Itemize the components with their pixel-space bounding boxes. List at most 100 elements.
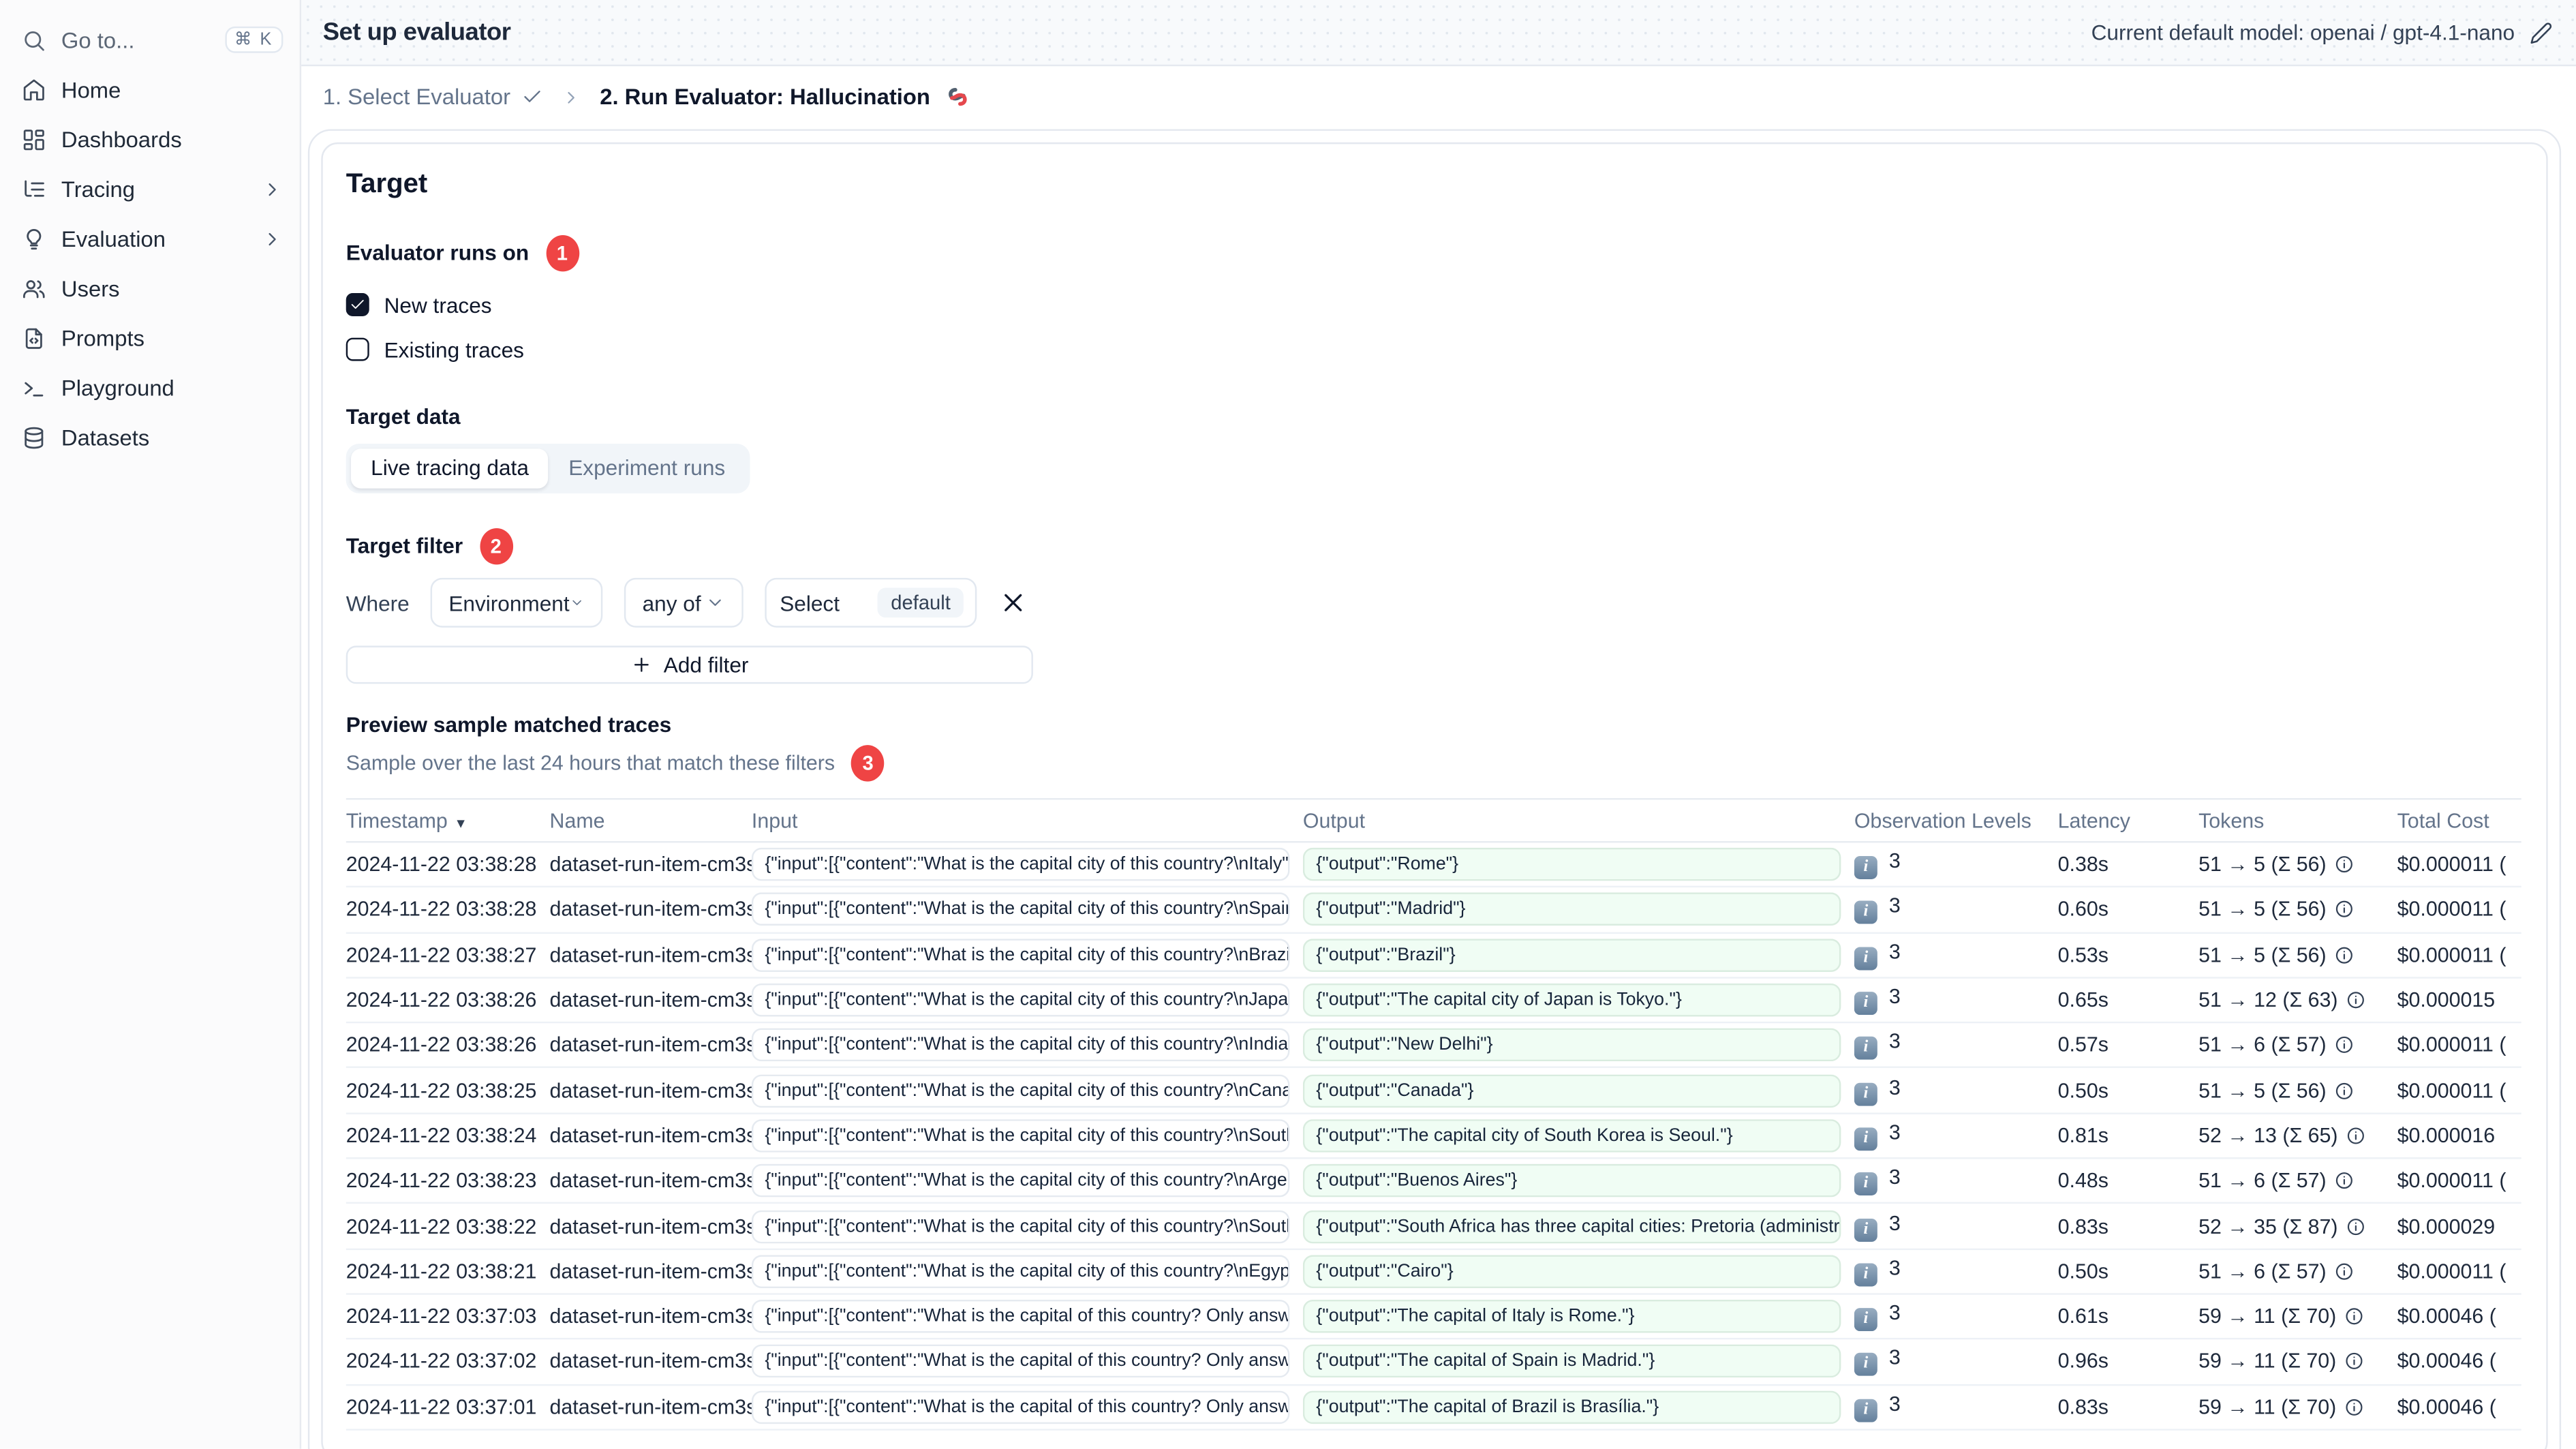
observation-level-info-icon[interactable] [1854, 1217, 1877, 1241]
checkbox-checked-icon[interactable] [346, 292, 369, 316]
add-filter-button[interactable]: Add filter [346, 645, 1033, 684]
info-icon[interactable] [2346, 1126, 2366, 1146]
filter-value-placeholder: Select [780, 590, 840, 615]
sidebar-item-users[interactable]: Users [0, 263, 300, 313]
sidebar-item-datasets[interactable]: Datasets [0, 412, 300, 462]
sidebar-item-tracing[interactable]: Tracing [0, 164, 300, 214]
info-icon[interactable] [2344, 1352, 2364, 1371]
info-icon[interactable] [2335, 945, 2355, 964]
table-row[interactable]: 2024-11-22 03:38:23 dataset-run-item-cm3s… [346, 1159, 2521, 1205]
input-preview-pill[interactable]: {"input":[{"content":"What is the capita… [751, 1028, 1290, 1062]
observation-level-info-icon[interactable] [1854, 1127, 1877, 1151]
sidebar-item-dashboards[interactable]: Dashboards [0, 115, 300, 164]
observation-level-info-icon[interactable] [1854, 1353, 1877, 1377]
sidebar-item-playground[interactable]: Playground [0, 363, 300, 412]
tab-live-tracing-data[interactable]: Live tracing data [351, 448, 549, 489]
input-preview-pill[interactable]: {"input":[{"content":"What is the capita… [751, 1119, 1290, 1153]
table-row[interactable]: 2024-11-22 03:38:21 dataset-run-item-cm3s… [346, 1249, 2521, 1295]
input-preview-pill[interactable]: {"input":[{"content":"What is the capita… [751, 1300, 1290, 1333]
info-icon[interactable] [2335, 855, 2355, 874]
info-icon[interactable] [2346, 990, 2366, 1010]
observation-level-info-icon[interactable] [1854, 1037, 1877, 1061]
remove-filter-button[interactable] [998, 588, 1028, 617]
observation-level-info-icon[interactable] [1854, 992, 1877, 1016]
output-preview-pill[interactable]: {"output":"Canada"} [1302, 1073, 1841, 1108]
breadcrumb-step-select-evaluator[interactable]: 1. Select Evaluator [323, 85, 544, 109]
input-preview-pill[interactable]: {"input":[{"content":"What is the capita… [751, 1345, 1290, 1379]
table-row[interactable]: 2024-11-22 03:37:01 dataset-run-item-cm3s… [346, 1385, 2521, 1431]
cell-observation-levels: 3 [1854, 940, 2058, 970]
cell-observation-levels: 3 [1854, 1166, 2058, 1196]
output-preview-pill[interactable]: {"output":"The capital of Spain is Madri… [1302, 1345, 1841, 1379]
input-preview-pill[interactable]: {"input":[{"content":"What is the capita… [751, 1390, 1290, 1424]
table-row[interactable]: 2024-11-22 03:38:26 dataset-run-item-cm3s… [346, 978, 2521, 1024]
output-preview-pill[interactable]: {"output":"Buenos Aires"} [1302, 1164, 1841, 1198]
info-icon[interactable] [2335, 1262, 2355, 1281]
output-preview-pill[interactable]: {"output":"Cairo"} [1302, 1254, 1841, 1288]
table-row[interactable]: 2024-11-22 03:38:27 dataset-run-item-cm3s… [346, 933, 2521, 979]
filter-operator-select[interactable]: any of [624, 577, 743, 628]
step-badge-3: 3 [851, 745, 885, 782]
cell-name: dataset-run-item-cm3s4 [549, 1349, 752, 1373]
observation-level-info-icon[interactable] [1854, 1308, 1877, 1332]
edit-model-icon[interactable] [2530, 20, 2553, 44]
sidebar-item-go-to[interactable]: Go to... ⌘ K [0, 15, 300, 65]
checkbox-unchecked-icon[interactable] [346, 337, 369, 361]
info-icon[interactable] [2344, 1397, 2364, 1417]
token-usage-text: 51 → 6 (Σ 57) [2198, 1169, 2327, 1193]
output-preview-pill[interactable]: {"output":"The capital city of South Kor… [1302, 1119, 1841, 1153]
table-row[interactable]: 2024-11-22 03:38:22 dataset-run-item-cm3s… [346, 1204, 2521, 1250]
filter-value-select[interactable]: Select default [765, 577, 977, 628]
table-row[interactable]: 2024-11-22 03:38:24 dataset-run-item-cm3s… [346, 1114, 2521, 1159]
input-preview-pill[interactable]: {"input":[{"content":"What is the capita… [751, 1073, 1290, 1108]
observation-level-info-icon[interactable] [1854, 1172, 1877, 1196]
evaluator-form-wrapper: Target Evaluator runs on 1 New traces Ex… [307, 129, 2562, 1449]
info-icon[interactable] [2335, 1080, 2355, 1100]
table-row[interactable]: 2024-11-22 03:37:02 dataset-run-item-cm3s… [346, 1340, 2521, 1386]
info-icon[interactable] [2344, 1307, 2364, 1326]
table-row[interactable]: 2024-11-22 03:38:28 dataset-run-item-cm3s… [346, 843, 2521, 888]
table-row[interactable]: 2024-11-22 03:38:26 dataset-run-item-cm3s… [346, 1024, 2521, 1069]
output-preview-pill[interactable]: {"output":"The capital of Italy is Rome.… [1302, 1300, 1841, 1333]
info-icon[interactable] [2335, 900, 2355, 919]
input-preview-pill[interactable]: {"input":[{"content":"What is the capita… [751, 1164, 1290, 1198]
table-row[interactable]: 2024-11-22 03:37:03 dataset-run-item-cm3s… [346, 1295, 2521, 1340]
close-icon [998, 588, 1028, 617]
observation-level-count: 3 [1888, 1120, 1901, 1144]
output-preview-pill[interactable]: {"output":"The capital city of Japan is … [1302, 983, 1841, 1017]
observation-level-info-icon[interactable] [1854, 901, 1877, 925]
checkbox-existing-traces[interactable]: Existing traces [346, 333, 2524, 366]
input-preview-pill[interactable]: {"input":[{"content":"What is the capita… [751, 893, 1290, 927]
output-preview-pill[interactable]: {"output":"Madrid"} [1302, 893, 1841, 927]
observation-level-info-icon[interactable] [1854, 1263, 1877, 1287]
sidebar-item-home[interactable]: Home [0, 65, 300, 115]
input-preview-pill[interactable]: {"input":[{"content":"What is the capita… [751, 938, 1290, 972]
sidebar-item-prompts[interactable]: Prompts [0, 313, 300, 363]
input-preview-pill[interactable]: {"input":[{"content":"What is the capita… [751, 1209, 1290, 1243]
output-preview-pill[interactable]: {"output":"New Delhi"} [1302, 1028, 1841, 1062]
output-preview-pill[interactable]: {"output":"Rome"} [1302, 848, 1841, 881]
observation-level-info-icon[interactable] [1854, 1082, 1877, 1105]
output-preview-pill[interactable]: {"output":"South Africa has three capita… [1302, 1209, 1841, 1243]
info-icon[interactable] [2335, 1035, 2355, 1055]
step-badge-1: 1 [545, 234, 579, 271]
checkbox-new-traces[interactable]: New traces [346, 288, 2524, 322]
tab-experiment-runs[interactable]: Experiment runs [549, 448, 745, 488]
table-row[interactable]: 2024-11-22 03:38:28 dataset-run-item-cm3s… [346, 888, 2521, 934]
info-icon[interactable] [2335, 1171, 2355, 1191]
input-preview-pill[interactable]: {"input":[{"content":"What is the capita… [751, 848, 1290, 881]
info-icon[interactable] [2346, 1216, 2366, 1236]
table-row[interactable]: 2024-11-22 03:38:25 dataset-run-item-cm3s… [346, 1069, 2521, 1114]
evaluator-runs-on-row: Evaluator runs on 1 [346, 234, 2524, 271]
output-preview-pill[interactable]: {"output":"The capital of Brazil is Bras… [1302, 1390, 1841, 1424]
input-preview-pill[interactable]: {"input":[{"content":"What is the capita… [751, 983, 1290, 1017]
sidebar-item-evaluation[interactable]: Evaluation [0, 213, 300, 263]
observation-level-info-icon[interactable] [1854, 856, 1877, 880]
observation-level-info-icon[interactable] [1854, 946, 1877, 970]
cell-observation-levels: 3 [1854, 1256, 2058, 1287]
input-preview-pill[interactable]: {"input":[{"content":"What is the capita… [751, 1254, 1290, 1288]
output-preview-pill[interactable]: {"output":"Brazil"} [1302, 938, 1841, 972]
filter-column-select[interactable]: Environment [430, 577, 603, 628]
observation-level-info-icon[interactable] [1854, 1399, 1877, 1422]
column-header-timestamp[interactable]: Timestamp [346, 809, 550, 832]
